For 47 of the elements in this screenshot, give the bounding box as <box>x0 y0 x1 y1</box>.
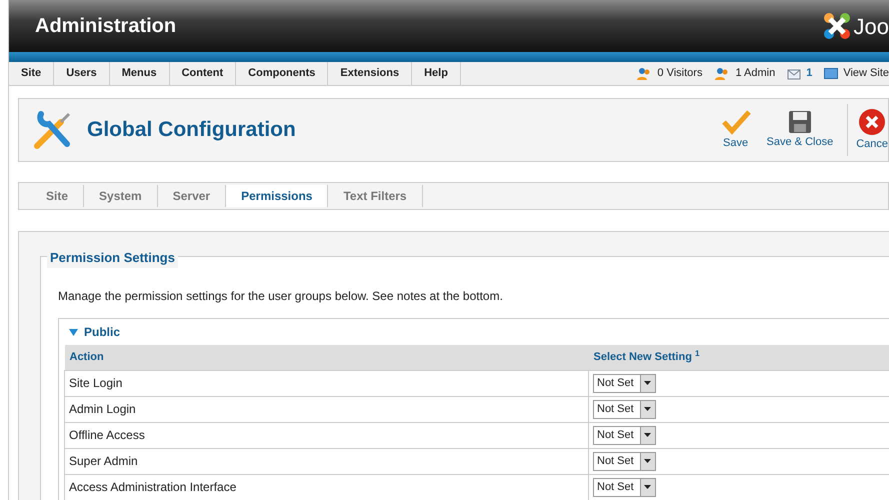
tab[interactable]: System <box>84 185 158 207</box>
menu-item[interactable]: Site <box>9 62 54 85</box>
menu-item[interactable]: Extensions <box>328 62 412 85</box>
message-icon <box>787 68 802 80</box>
logo-icon <box>822 11 852 41</box>
caret-icon <box>644 485 652 490</box>
caret-icon <box>644 459 652 464</box>
status-text: 0 Visitors <box>657 66 702 82</box>
tab[interactable]: Site <box>31 185 84 207</box>
menu-item[interactable]: Help <box>412 62 461 85</box>
monitor-icon <box>824 68 838 79</box>
view-site-link[interactable]: View Site <box>843 65 889 82</box>
table-cell: Access Administration Interface <box>64 474 588 500</box>
select-dropdown[interactable]: Not Set <box>593 452 656 471</box>
status-text: 1 Admin <box>735 66 776 82</box>
description-text: Manage the permission settings for the user groups below. See notes at the bottom. <box>58 288 504 305</box>
table-cell: Admin Login <box>64 396 588 422</box>
checkmark-icon <box>720 108 751 135</box>
menu-item[interactable]: Users <box>54 62 110 85</box>
caret-icon <box>644 407 652 412</box>
column-header: Action <box>64 345 588 370</box>
menu-item[interactable]: Components <box>236 62 328 85</box>
close-icon <box>858 108 886 136</box>
select-dropdown[interactable]: Not Set <box>593 374 656 393</box>
triangle-down-icon <box>69 328 78 336</box>
column-header: Select New Setting $^{1}$ <box>588 345 889 370</box>
table-cell: Super Admin <box>64 448 588 474</box>
users-icon <box>714 66 730 80</box>
menu-item[interactable]: Content <box>170 62 236 85</box>
select-dropdown[interactable]: Not Set <box>593 426 656 445</box>
tab[interactable]: Text Filters <box>328 185 423 207</box>
table-cell: Site Login <box>64 370 588 396</box>
message-count: 1 <box>806 66 812 82</box>
tab[interactable]: Permissions <box>226 185 328 207</box>
select-dropdown[interactable]: Not Set <box>593 400 656 419</box>
select-dropdown[interactable]: Not Set <box>593 478 656 497</box>
page-heading: Global Configuration <box>87 117 296 144</box>
page-title: Administration <box>35 14 176 39</box>
logo-text: Joo <box>854 12 889 40</box>
table-cell: Offline Access <box>64 422 588 448</box>
toolbar-button[interactable]: Save & Close <box>758 106 842 154</box>
caret-icon <box>644 433 652 438</box>
users-icon <box>636 66 652 80</box>
toolbar-button[interactable]: Save <box>712 104 759 156</box>
toolbar-button[interactable]: Cance <box>847 104 888 156</box>
menu-item[interactable]: Menus <box>110 62 170 85</box>
caret-icon <box>644 381 652 386</box>
